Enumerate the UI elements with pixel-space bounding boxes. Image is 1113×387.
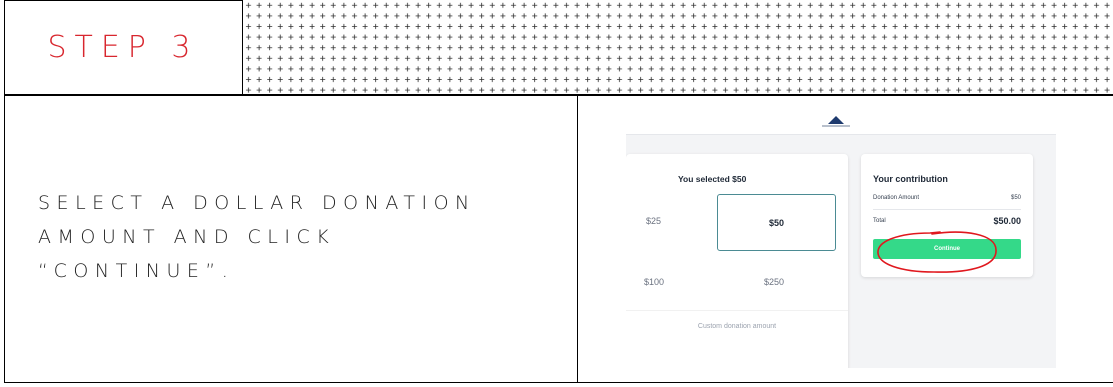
contribution-card: Your contribution Donation Amount $50 To… [861,154,1033,277]
frame-middle [577,95,578,383]
donation-amount-value: $50 [1010,195,1021,201]
instruction-line-2: AMOUNT AND CLICK [38,226,336,248]
mountain-logo-icon [828,116,844,124]
contribution-divider [873,209,1021,210]
frame-step-right [242,0,243,95]
selected-amount-title: You selected $50 [678,174,747,184]
step-header: STEP 3 [4,0,242,94]
total-value: $50.00 [993,216,1021,226]
amount-option-50[interactable]: $50 [717,194,836,251]
site-header [626,106,1056,135]
custom-amount-button[interactable]: Custom donation amount [626,310,848,341]
continue-button[interactable]: Continue [873,239,1021,259]
donation-amount-label: Donation Amount [873,195,920,201]
total-label: Total [873,218,886,224]
logo-caption [822,125,850,127]
amount-option-100[interactable]: $100 [644,277,664,287]
step-title: STEP 3 [47,29,199,65]
amount-option-25[interactable]: $25 [646,216,661,226]
instruction-line-3: “CONTINUE”. [38,260,235,282]
cross-pattern [244,0,1113,94]
frame-bottom [4,382,1113,383]
contribution-title: Your contribution [873,174,948,184]
instruction-line-1: SELECT A DOLLAR DONATION [38,192,476,214]
amount-option-250[interactable]: $250 [764,277,784,287]
instruction-text: SELECT A DOLLAR DONATION AMOUNT AND CLIC… [38,186,558,288]
amount-selection-card: You selected $50 $25 $50 $100 $250 Custo… [626,154,848,368]
frame-header-bottom [4,94,1113,96]
donation-screenshot: You selected $50 $25 $50 $100 $250 Custo… [626,106,1056,368]
